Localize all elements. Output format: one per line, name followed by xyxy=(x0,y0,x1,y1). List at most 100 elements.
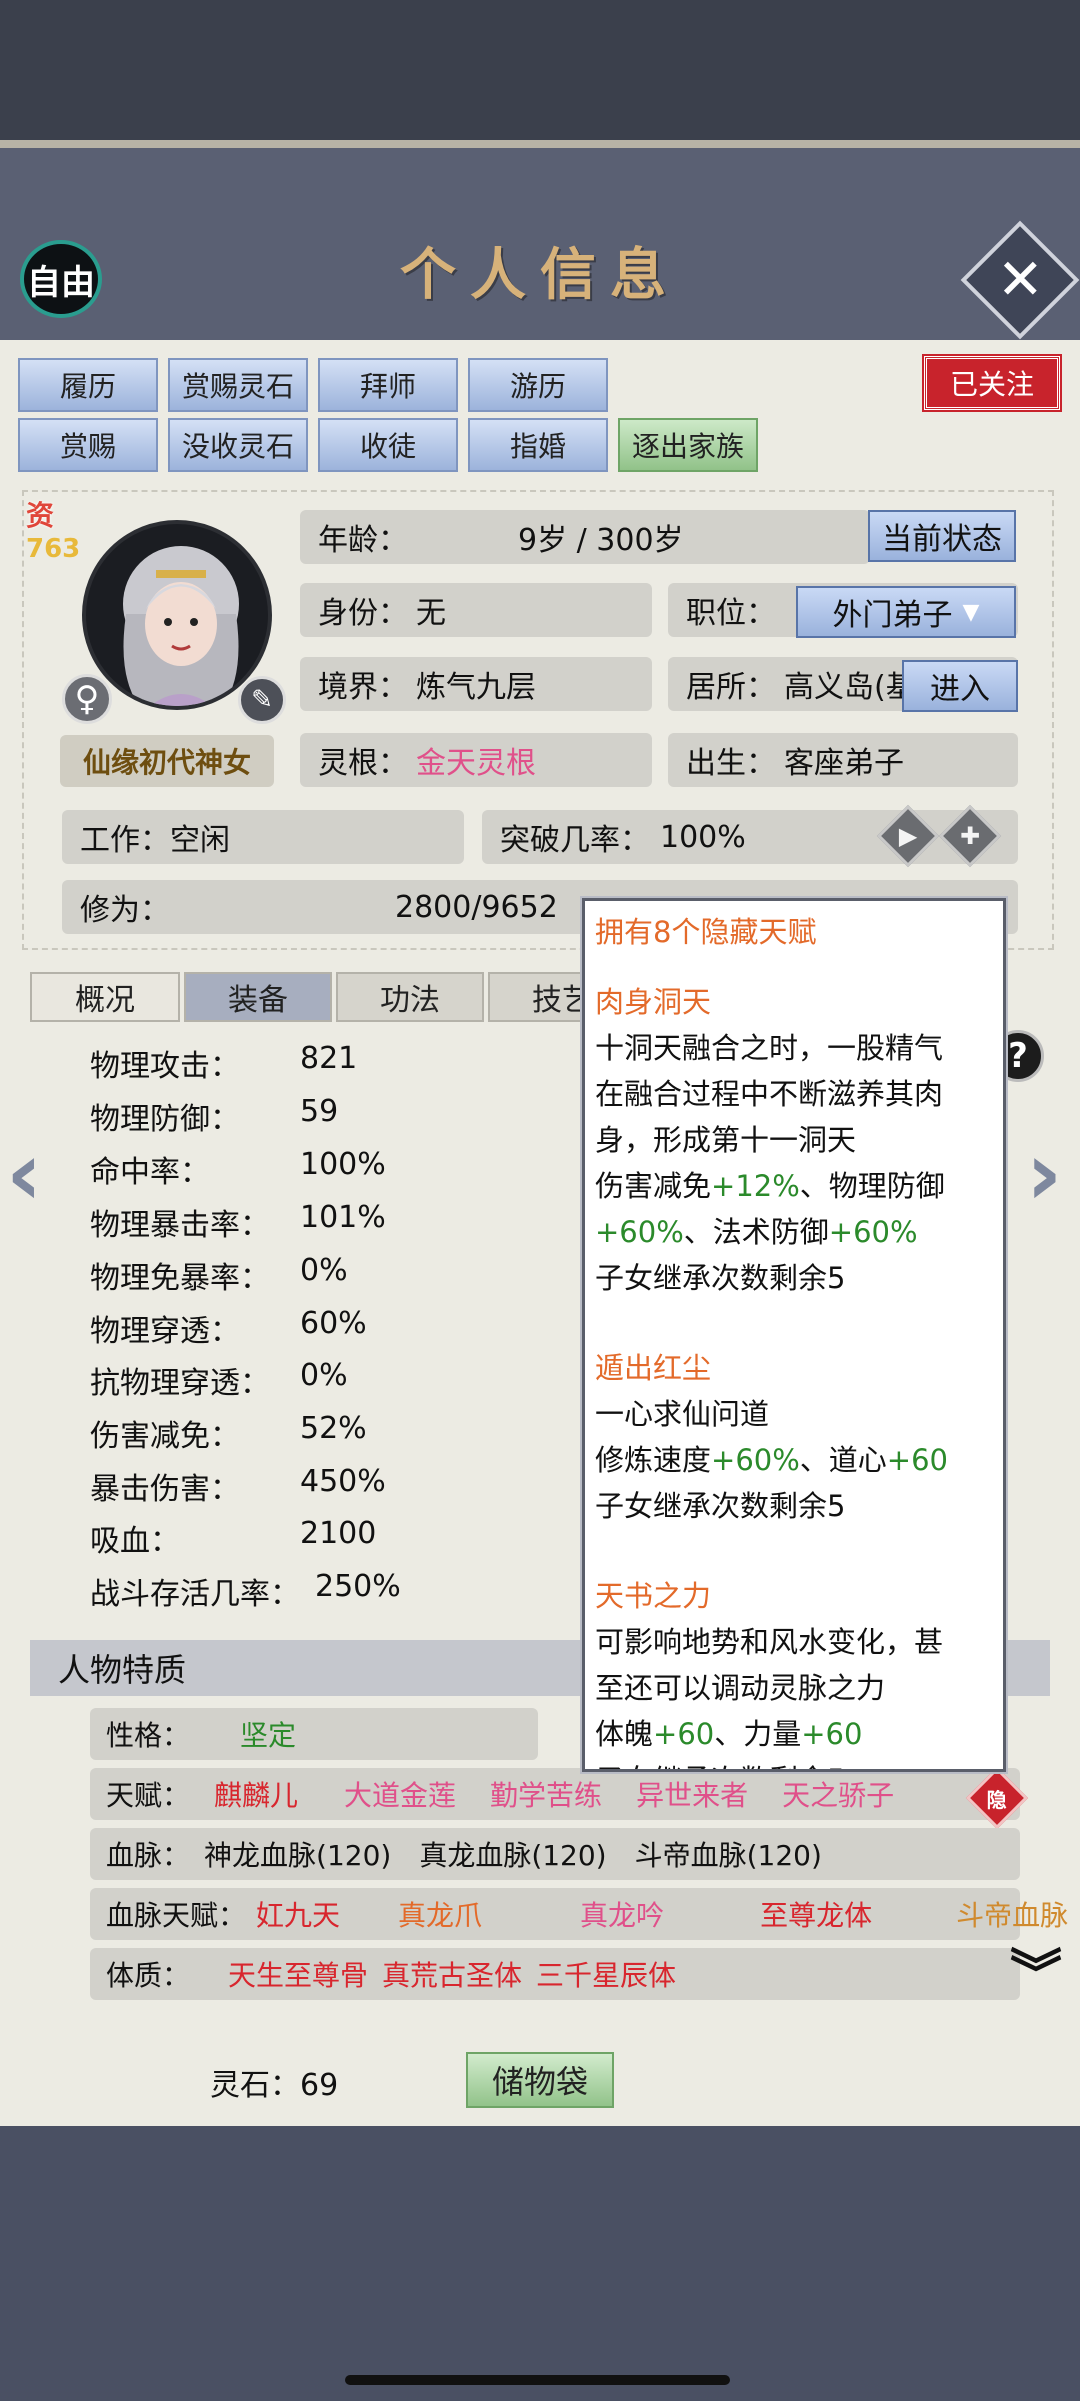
hidden-badge-label: 隐 xyxy=(987,1787,1007,1812)
expand-chevron-icon[interactable]: ︾ xyxy=(1010,1949,1062,2001)
realm-field: 境界： 炼气九层 xyxy=(300,657,652,711)
stat-label: 物理暴击率： xyxy=(90,1208,270,1243)
talent-item[interactable]: 异世来者 xyxy=(636,1774,748,1814)
age-value: 9岁 / 300岁 xyxy=(518,523,684,558)
enter-button[interactable]: 进入 xyxy=(902,660,1018,712)
bloodline-talent-item[interactable]: 斗帝血脉 xyxy=(956,1894,1068,1934)
female-icon: ♀ xyxy=(62,674,112,724)
arrange-marriage-button[interactable]: 指婚 xyxy=(468,418,608,472)
stat-value: 2100 xyxy=(300,1516,377,1551)
bloodline-talent-label: 血脉天赋： xyxy=(106,1899,247,1932)
talent-effect: 修炼速度+60%、道心+60 xyxy=(595,1443,948,1477)
identity-label: 身份： xyxy=(318,596,408,631)
title-badge[interactable]: 仙缘初代神女 xyxy=(60,735,274,787)
talent-item[interactable]: 麒麟儿 xyxy=(214,1774,298,1814)
stat-label: 战斗存活几率： xyxy=(90,1577,300,1612)
talent-inherit: 子女继承次数剩余5 xyxy=(595,1489,846,1523)
tab-overview[interactable]: 概况 xyxy=(30,972,180,1022)
talent-desc: 身，形成第十一洞天 xyxy=(595,1123,857,1157)
close-icon: ✕ xyxy=(996,246,1044,312)
physique-item[interactable]: 天生至尊骨 xyxy=(228,1954,368,1994)
reward-button[interactable]: 赏赐 xyxy=(18,418,158,472)
work-field: 工作： 空闲 xyxy=(62,810,464,864)
physique-item[interactable]: 真荒古圣体 xyxy=(382,1954,522,1994)
stat-label: 暴击伤害： xyxy=(90,1472,240,1507)
realm-label: 境界： xyxy=(318,670,408,705)
talent-desc: 一心求仙问道 xyxy=(595,1397,770,1431)
talent-desc: 在融合过程中不断滋养其肉 xyxy=(595,1077,944,1111)
confiscate-stone-button[interactable]: 没收灵石 xyxy=(168,418,308,472)
residence-label: 居所： xyxy=(686,670,776,705)
prev-arrow-icon[interactable]: ‹ xyxy=(6,1130,42,1218)
bloodline-item: 斗帝血脉(120) xyxy=(634,1839,822,1872)
stat-label: 抗物理穿透： xyxy=(90,1366,270,1401)
stat-label: 物理免暴率： xyxy=(90,1261,270,1296)
aptitude-label: 资 xyxy=(26,499,55,532)
talent-inherit: 子女继承次数剩余5 xyxy=(595,1261,846,1295)
aptitude-value: 763 xyxy=(26,534,81,564)
stat-label: 伤害减免： xyxy=(90,1419,240,1454)
hidden-talent-tooltip: 拥有8个隐藏天赋 肉身洞天 十洞天融合之时，一股精气 在融合过程中不断滋养其肉 … xyxy=(582,898,1006,1772)
bottom-area xyxy=(0,2126,1080,2401)
birth-label: 出生： xyxy=(686,746,776,781)
identity-value: 无 xyxy=(416,596,446,631)
stat-value: 0% xyxy=(300,1358,348,1393)
talent-desc: 至还可以调动灵脉之力 xyxy=(595,1671,886,1705)
bloodline-talent-row: 血脉天赋： 妅九天 真龙爪 真龙吟 至尊龙体 斗帝血脉 xyxy=(90,1888,1068,1940)
bloodline-talent-item[interactable]: 真龙吟 xyxy=(580,1894,664,1934)
stat-value: 250% xyxy=(315,1569,401,1604)
bloodline-label: 血脉： xyxy=(106,1839,191,1872)
work-label: 工作： xyxy=(80,823,170,858)
physique-label: 体质： xyxy=(106,1959,191,1992)
bloodline-item: 真龙血脉(120) xyxy=(419,1839,607,1872)
bloodline-talent-item[interactable]: 至尊龙体 xyxy=(760,1894,872,1934)
dropdown-arrow-icon: ▼ xyxy=(962,599,980,625)
talent-item[interactable]: 天之骄子 xyxy=(782,1774,894,1814)
talent-name: 遁出红尘 xyxy=(595,1351,712,1385)
tab-skills[interactable]: 功法 xyxy=(336,972,484,1022)
avatar[interactable] xyxy=(82,520,272,710)
physique-item[interactable]: 三千星辰体 xyxy=(536,1954,676,1994)
talent-item[interactable]: 大道金莲 xyxy=(344,1774,456,1814)
breakthrough-value: 100% xyxy=(660,819,746,855)
cultivation-label: 修为： xyxy=(80,893,170,928)
bloodline-talent-item[interactable]: 妅九天 xyxy=(256,1894,340,1934)
stat-value: 60% xyxy=(300,1306,367,1341)
follow-button[interactable]: 已关注 xyxy=(922,354,1062,412)
position-select[interactable]: 外门弟子 ▼ xyxy=(796,586,1016,638)
talent-item[interactable]: 勤学苦练 xyxy=(490,1774,602,1814)
reward-stone-button[interactable]: 赏赐灵石 xyxy=(168,358,308,412)
talent-desc: 十洞天融合之时，一股精气 xyxy=(595,1031,944,1065)
play-icon: ▶ xyxy=(898,822,918,850)
age-field: 年龄： 9岁 / 300岁 xyxy=(300,510,870,564)
tab-equipment[interactable]: 装备 xyxy=(184,972,332,1022)
spirit-root-field: 灵根： 金天灵根 xyxy=(300,733,652,787)
position-value: 外门弟子 xyxy=(832,598,953,633)
apprentice-button[interactable]: 拜师 xyxy=(318,358,458,412)
birth-field: 出生： 客座弟子 xyxy=(668,733,1018,787)
position-label: 职位： xyxy=(686,596,776,631)
bloodline-talent-item[interactable]: 真龙爪 xyxy=(398,1894,482,1934)
travel-button[interactable]: 游历 xyxy=(468,358,608,412)
next-arrow-icon[interactable]: › xyxy=(1026,1130,1062,1218)
history-button[interactable]: 履历 xyxy=(18,358,158,412)
edit-brush-icon[interactable]: ✎ xyxy=(238,676,286,724)
mode-badge[interactable]: 自由 xyxy=(20,240,102,318)
stone-value: 69 xyxy=(300,2068,339,2103)
expel-button[interactable]: 逐出家族 xyxy=(618,418,758,472)
home-indicator[interactable] xyxy=(345,2375,730,2385)
page-title: 个人信息 xyxy=(400,242,680,308)
current-status-button[interactable]: 当前状态 xyxy=(868,510,1016,562)
storage-bag-button[interactable]: 储物袋 xyxy=(466,2052,614,2108)
physique-row: 体质： 天生至尊骨 真荒古圣体 三千星辰体 xyxy=(90,1948,1020,2000)
birth-value: 客座弟子 xyxy=(784,746,904,781)
divider xyxy=(0,140,1080,148)
personality-value: 坚定 xyxy=(240,1719,297,1752)
talent-name: 肉身洞天 xyxy=(595,985,712,1019)
stat-label: 物理攻击： xyxy=(90,1049,240,1084)
take-disciple-button[interactable]: 收徒 xyxy=(318,418,458,472)
talent-inherit: 子女继承次数剩余5 xyxy=(595,1757,993,1769)
root-value: 金天灵根 xyxy=(416,746,536,781)
stat-value: 0% xyxy=(300,1253,348,1288)
stat-label: 物理穿透： xyxy=(90,1314,240,1349)
